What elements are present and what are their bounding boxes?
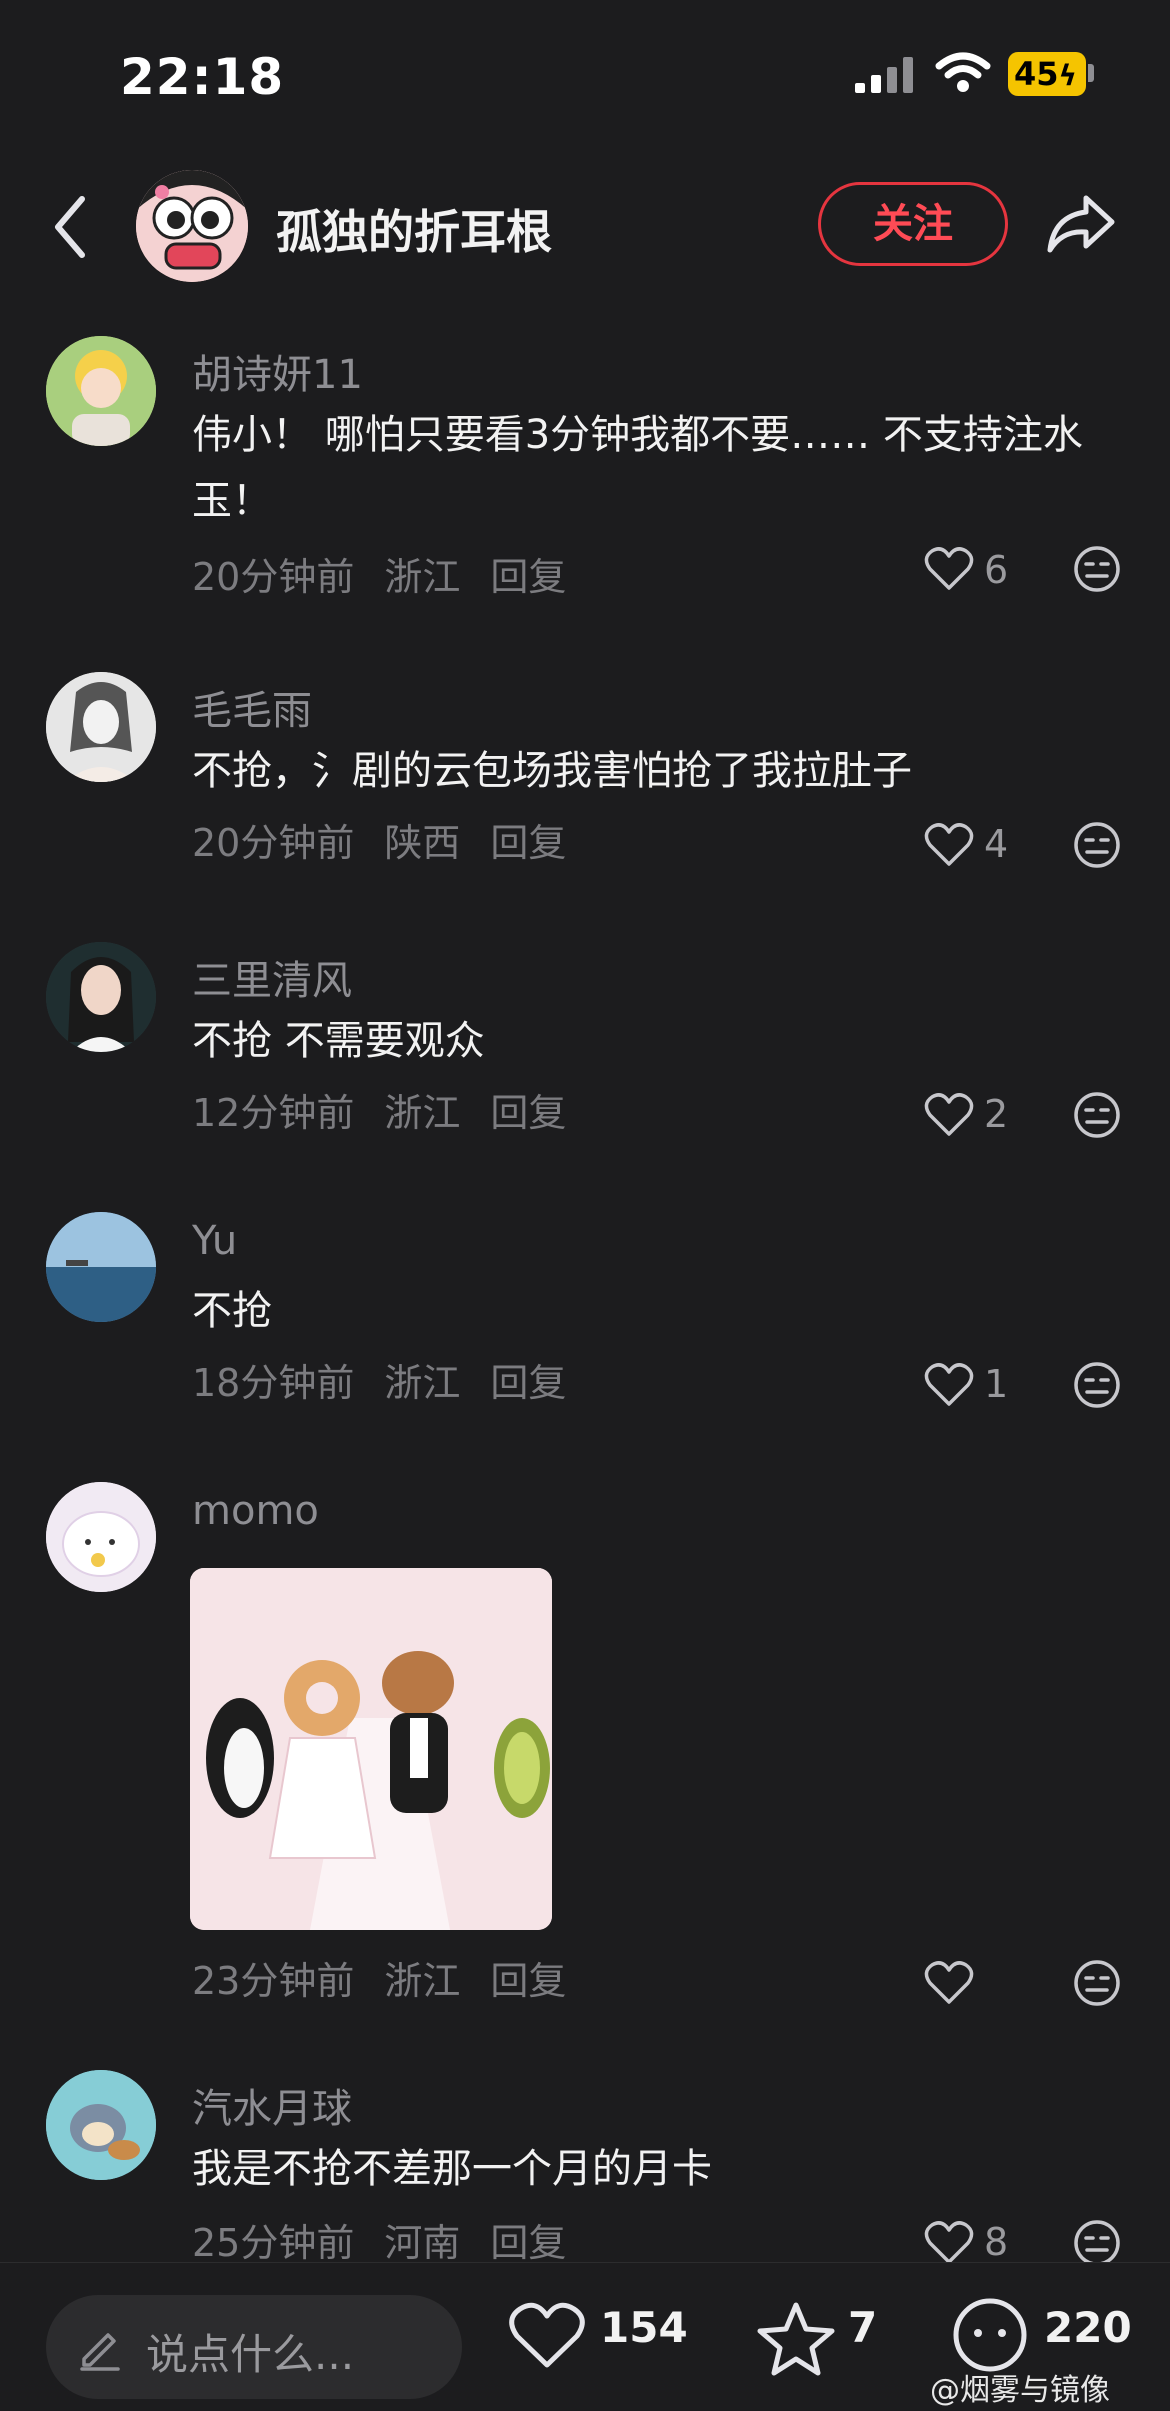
reply-button[interactable]: 回复	[490, 1091, 566, 1135]
header: 孤独的折耳根 关注	[0, 170, 1170, 282]
watermark: @烟雾与镜像	[930, 2373, 1110, 2408]
follow-button[interactable]: 关注	[818, 182, 1008, 266]
avatar-cartoon-cat-icon	[46, 2070, 156, 2180]
wifi-icon	[935, 52, 991, 92]
avatar-sketch-icon	[46, 672, 156, 782]
cartoon-face-icon	[136, 170, 248, 282]
comment-location: 浙江	[384, 1091, 461, 1135]
like-count: 6	[984, 548, 1009, 592]
battery-cap	[1088, 64, 1094, 82]
bottom-action-bar: 说点什么... 154 7 220 @烟雾与镜像	[0, 2262, 1170, 2411]
comment-time: 20分钟前	[192, 821, 355, 865]
status-bar: 22:18 45ϟ	[0, 0, 1170, 150]
reply-button[interactable]: 回复	[490, 555, 566, 599]
star-favorite-icon[interactable]	[756, 2301, 836, 2377]
commenter-name[interactable]: 汽水月球	[192, 2076, 352, 2134]
avatar-woman-icon	[46, 942, 156, 1052]
comment-text: 伟小！ 哪怕只要看3分钟我都不要…… 不支持注水玉！	[192, 412, 1083, 524]
charging-icon: ϟ	[1058, 59, 1078, 92]
reaction-face-icon[interactable]	[1072, 820, 1122, 870]
comment-location: 浙江	[384, 555, 461, 599]
reply-button[interactable]: 回复	[490, 1959, 566, 2003]
comment-location: 浙江	[384, 1959, 461, 2003]
commenter-name[interactable]: Yu	[192, 1218, 237, 1264]
avatar-girl-icon	[46, 336, 156, 446]
comment-time: 18分钟前	[192, 1361, 355, 1405]
reaction-face-icon[interactable]	[1072, 1958, 1122, 2008]
comment-meta: 20分钟前 陕西 回复	[192, 812, 596, 867]
comment-bubble-icon[interactable]	[950, 2295, 1030, 2375]
comment-meta: 23分钟前 浙江 回复	[192, 1950, 596, 2005]
status-time: 22:18	[120, 48, 285, 106]
like-count: 4	[984, 822, 1009, 866]
comment-image[interactable]	[190, 1568, 552, 1930]
comment-text: 我是不抢不差那一个月的月卡	[192, 2146, 712, 2192]
reaction-face-icon[interactable]	[1072, 2218, 1122, 2268]
reaction-face-icon[interactable]	[1072, 1090, 1122, 1140]
wedding-cartoon-image	[190, 1568, 552, 1930]
like-heart-icon[interactable]	[508, 2301, 586, 2371]
comment-meta: 12分钟前 浙江 回复	[192, 1082, 596, 1137]
back-arrow-icon[interactable]	[50, 195, 90, 259]
like-count: 2	[984, 1092, 1009, 1136]
commenter-name[interactable]: 三里清风	[192, 948, 352, 1006]
reply-button[interactable]: 回复	[490, 821, 566, 865]
commenter-avatar[interactable]	[46, 1212, 156, 1322]
commenter-avatar[interactable]	[46, 1482, 156, 1592]
reply-button[interactable]: 回复	[490, 1361, 566, 1405]
commenter-name[interactable]: momo	[192, 1488, 319, 1534]
comment-meta: 25分钟前 河南 回复	[192, 2212, 596, 2267]
pencil-icon	[80, 2333, 120, 2371]
reaction-face-icon[interactable]	[1072, 544, 1122, 594]
like-count: 1	[984, 1362, 1009, 1406]
commenter-avatar[interactable]	[46, 336, 156, 446]
like-heart-icon[interactable]	[924, 822, 974, 868]
author-avatar[interactable]	[136, 170, 248, 282]
comment-location: 陕西	[384, 821, 461, 865]
avatar-cute-creature-icon	[46, 1482, 156, 1592]
comment-meta: 18分钟前 浙江 回复	[192, 1352, 596, 1407]
battery-indicator: 45ϟ	[1008, 52, 1086, 96]
battery-level: 45	[1014, 55, 1059, 93]
comment-location: 河南	[384, 2221, 461, 2265]
like-count: 8	[984, 2220, 1009, 2264]
share-icon[interactable]	[1046, 192, 1116, 256]
comment-text: 不抢	[192, 1288, 272, 1334]
like-heart-icon[interactable]	[924, 546, 974, 592]
like-heart-icon[interactable]	[924, 2220, 974, 2266]
comment-time: 12分钟前	[192, 1091, 355, 1135]
cellular-signal-icon	[855, 57, 913, 93]
comment-count[interactable]: 220	[1044, 2303, 1132, 2352]
reply-button[interactable]: 回复	[490, 2221, 566, 2265]
like-count-total[interactable]: 154	[600, 2303, 688, 2352]
commenter-avatar[interactable]	[46, 942, 156, 1052]
commenter-name[interactable]: 胡诗妍11	[192, 342, 363, 400]
comment-text: 不抢 不需要观众	[192, 1018, 485, 1064]
commenter-avatar[interactable]	[46, 672, 156, 782]
author-name[interactable]: 孤独的折耳根	[276, 196, 552, 262]
reaction-face-icon[interactable]	[1072, 1360, 1122, 1410]
comment-meta: 20分钟前 浙江 回复	[192, 546, 596, 601]
avatar-sea-icon	[46, 1212, 156, 1322]
comment-text: 不抢，氵剧的云包场我害怕抢了我拉肚子	[192, 748, 912, 794]
comment-time: 25分钟前	[192, 2221, 355, 2265]
commenter-name[interactable]: 毛毛雨	[192, 678, 312, 736]
like-heart-icon[interactable]	[924, 1960, 974, 2006]
like-heart-icon[interactable]	[924, 1362, 974, 1408]
like-heart-icon[interactable]	[924, 1092, 974, 1138]
commenter-avatar[interactable]	[46, 2070, 156, 2180]
favorite-count[interactable]: 7	[848, 2303, 877, 2352]
input-placeholder: 说点什么...	[146, 2330, 355, 2379]
comment-location: 浙江	[384, 1361, 461, 1405]
comment-time: 20分钟前	[192, 555, 355, 599]
comment-time: 23分钟前	[192, 1959, 355, 2003]
comment-input[interactable]: 说点什么...	[46, 2295, 462, 2399]
